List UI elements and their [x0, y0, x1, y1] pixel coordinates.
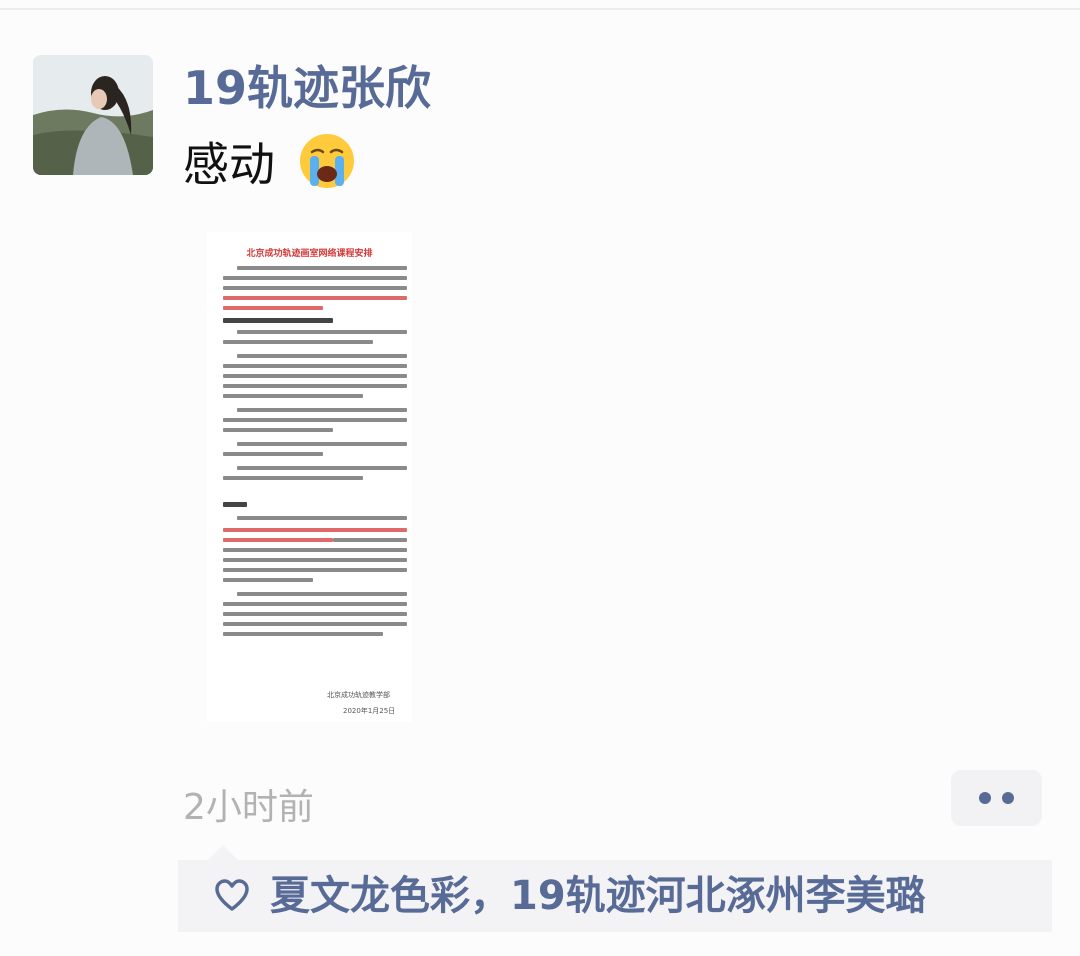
heart-outline-icon	[214, 878, 250, 916]
avatar[interactable]	[33, 55, 153, 175]
likes-panel: 夏文龙色彩，19轨迹河北涿州李美璐	[178, 860, 1052, 932]
likes-names[interactable]: 夏文龙色彩，19轨迹河北涿州李美璐	[270, 870, 926, 922]
top-divider	[0, 8, 1080, 10]
post-time: 2小时前	[183, 787, 314, 828]
document-signature-date: 2020年1月25日	[343, 707, 396, 715]
document-signature-org: 北京成功轨迹教学部	[327, 691, 390, 699]
likes-pointer	[208, 845, 238, 860]
loudly-crying-face-icon	[298, 132, 356, 204]
post-text-content: 感动	[183, 137, 275, 192]
username[interactable]: 19轨迹张欣	[183, 58, 431, 118]
post-text: 感动	[183, 132, 356, 192]
attached-document-image[interactable]: 北京成功轨迹画室网络课程安排 北京成功轨迹教学部 2020年1月25日	[207, 232, 412, 722]
more-button[interactable]	[951, 770, 1042, 826]
document-title: 北京成功轨迹画室网络课程安排	[246, 249, 373, 259]
